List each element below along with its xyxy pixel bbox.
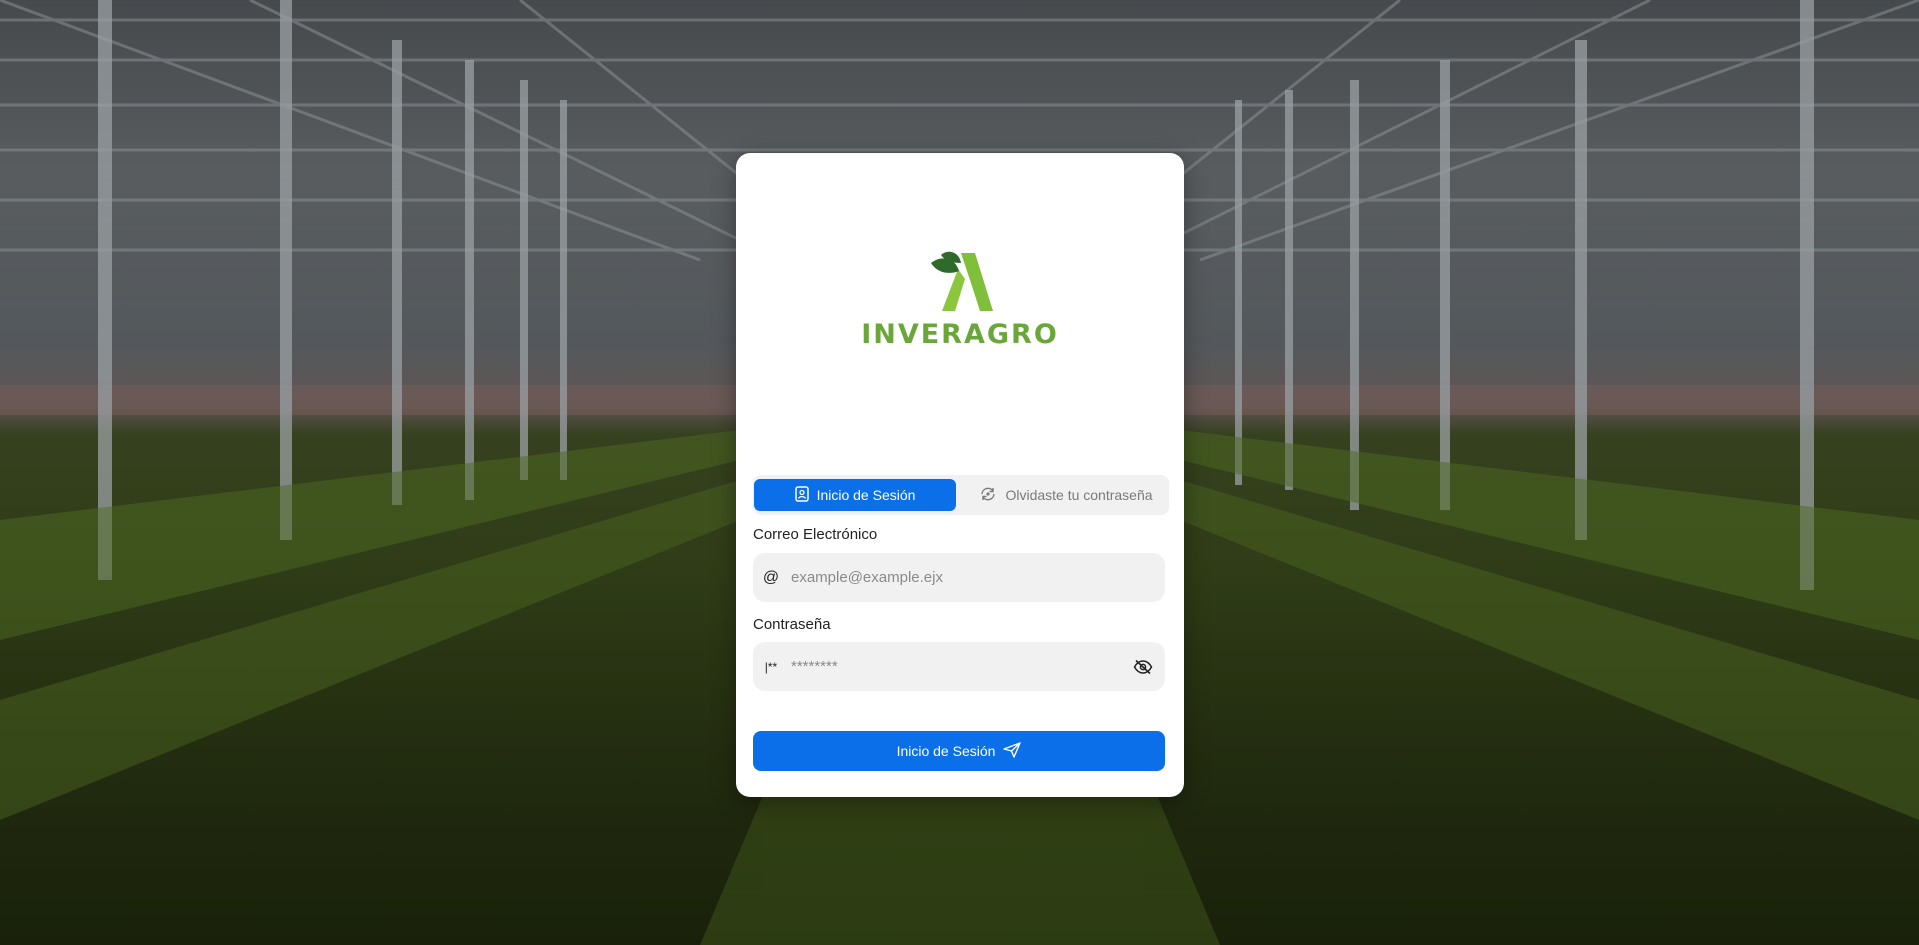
password-icon: |** <box>764 659 778 674</box>
send-icon <box>1003 741 1022 761</box>
tab-login[interactable]: Inicio de Sesión <box>754 479 956 511</box>
email-input[interactable] <box>789 552 1165 603</box>
password-label: Contraseña <box>753 616 831 633</box>
password-field: |** <box>753 641 1165 692</box>
inveragro-logo-mark <box>931 251 993 311</box>
id-badge-icon <box>794 485 809 505</box>
email-field: @ <box>753 552 1165 603</box>
tab-login-label: Inicio de Sesión <box>816 487 916 503</box>
auth-tabs: Inicio de Sesión Olvidaste tu contraseña <box>753 475 1169 515</box>
brand-logo: INVERAGRO <box>736 249 1184 409</box>
brand-name: INVERAGRO <box>861 319 1059 350</box>
login-submit-button[interactable]: Inicio de Sesión <box>753 731 1165 771</box>
at-sign-icon: @ <box>762 568 780 586</box>
tab-forgot-password[interactable]: Olvidaste tu contraseña <box>965 479 1167 511</box>
email-label: Correo Electrónico <box>753 526 878 543</box>
tab-forgot-label: Olvidaste tu contraseña <box>1005 487 1153 503</box>
refresh-lock-icon <box>979 486 997 505</box>
password-input[interactable] <box>789 641 1121 692</box>
login-card: INVERAGRO Inicio de Sesión Olvidaste tu … <box>736 153 1184 797</box>
eye-off-icon[interactable] <box>1121 659 1165 675</box>
submit-label: Inicio de Sesión <box>896 743 996 759</box>
